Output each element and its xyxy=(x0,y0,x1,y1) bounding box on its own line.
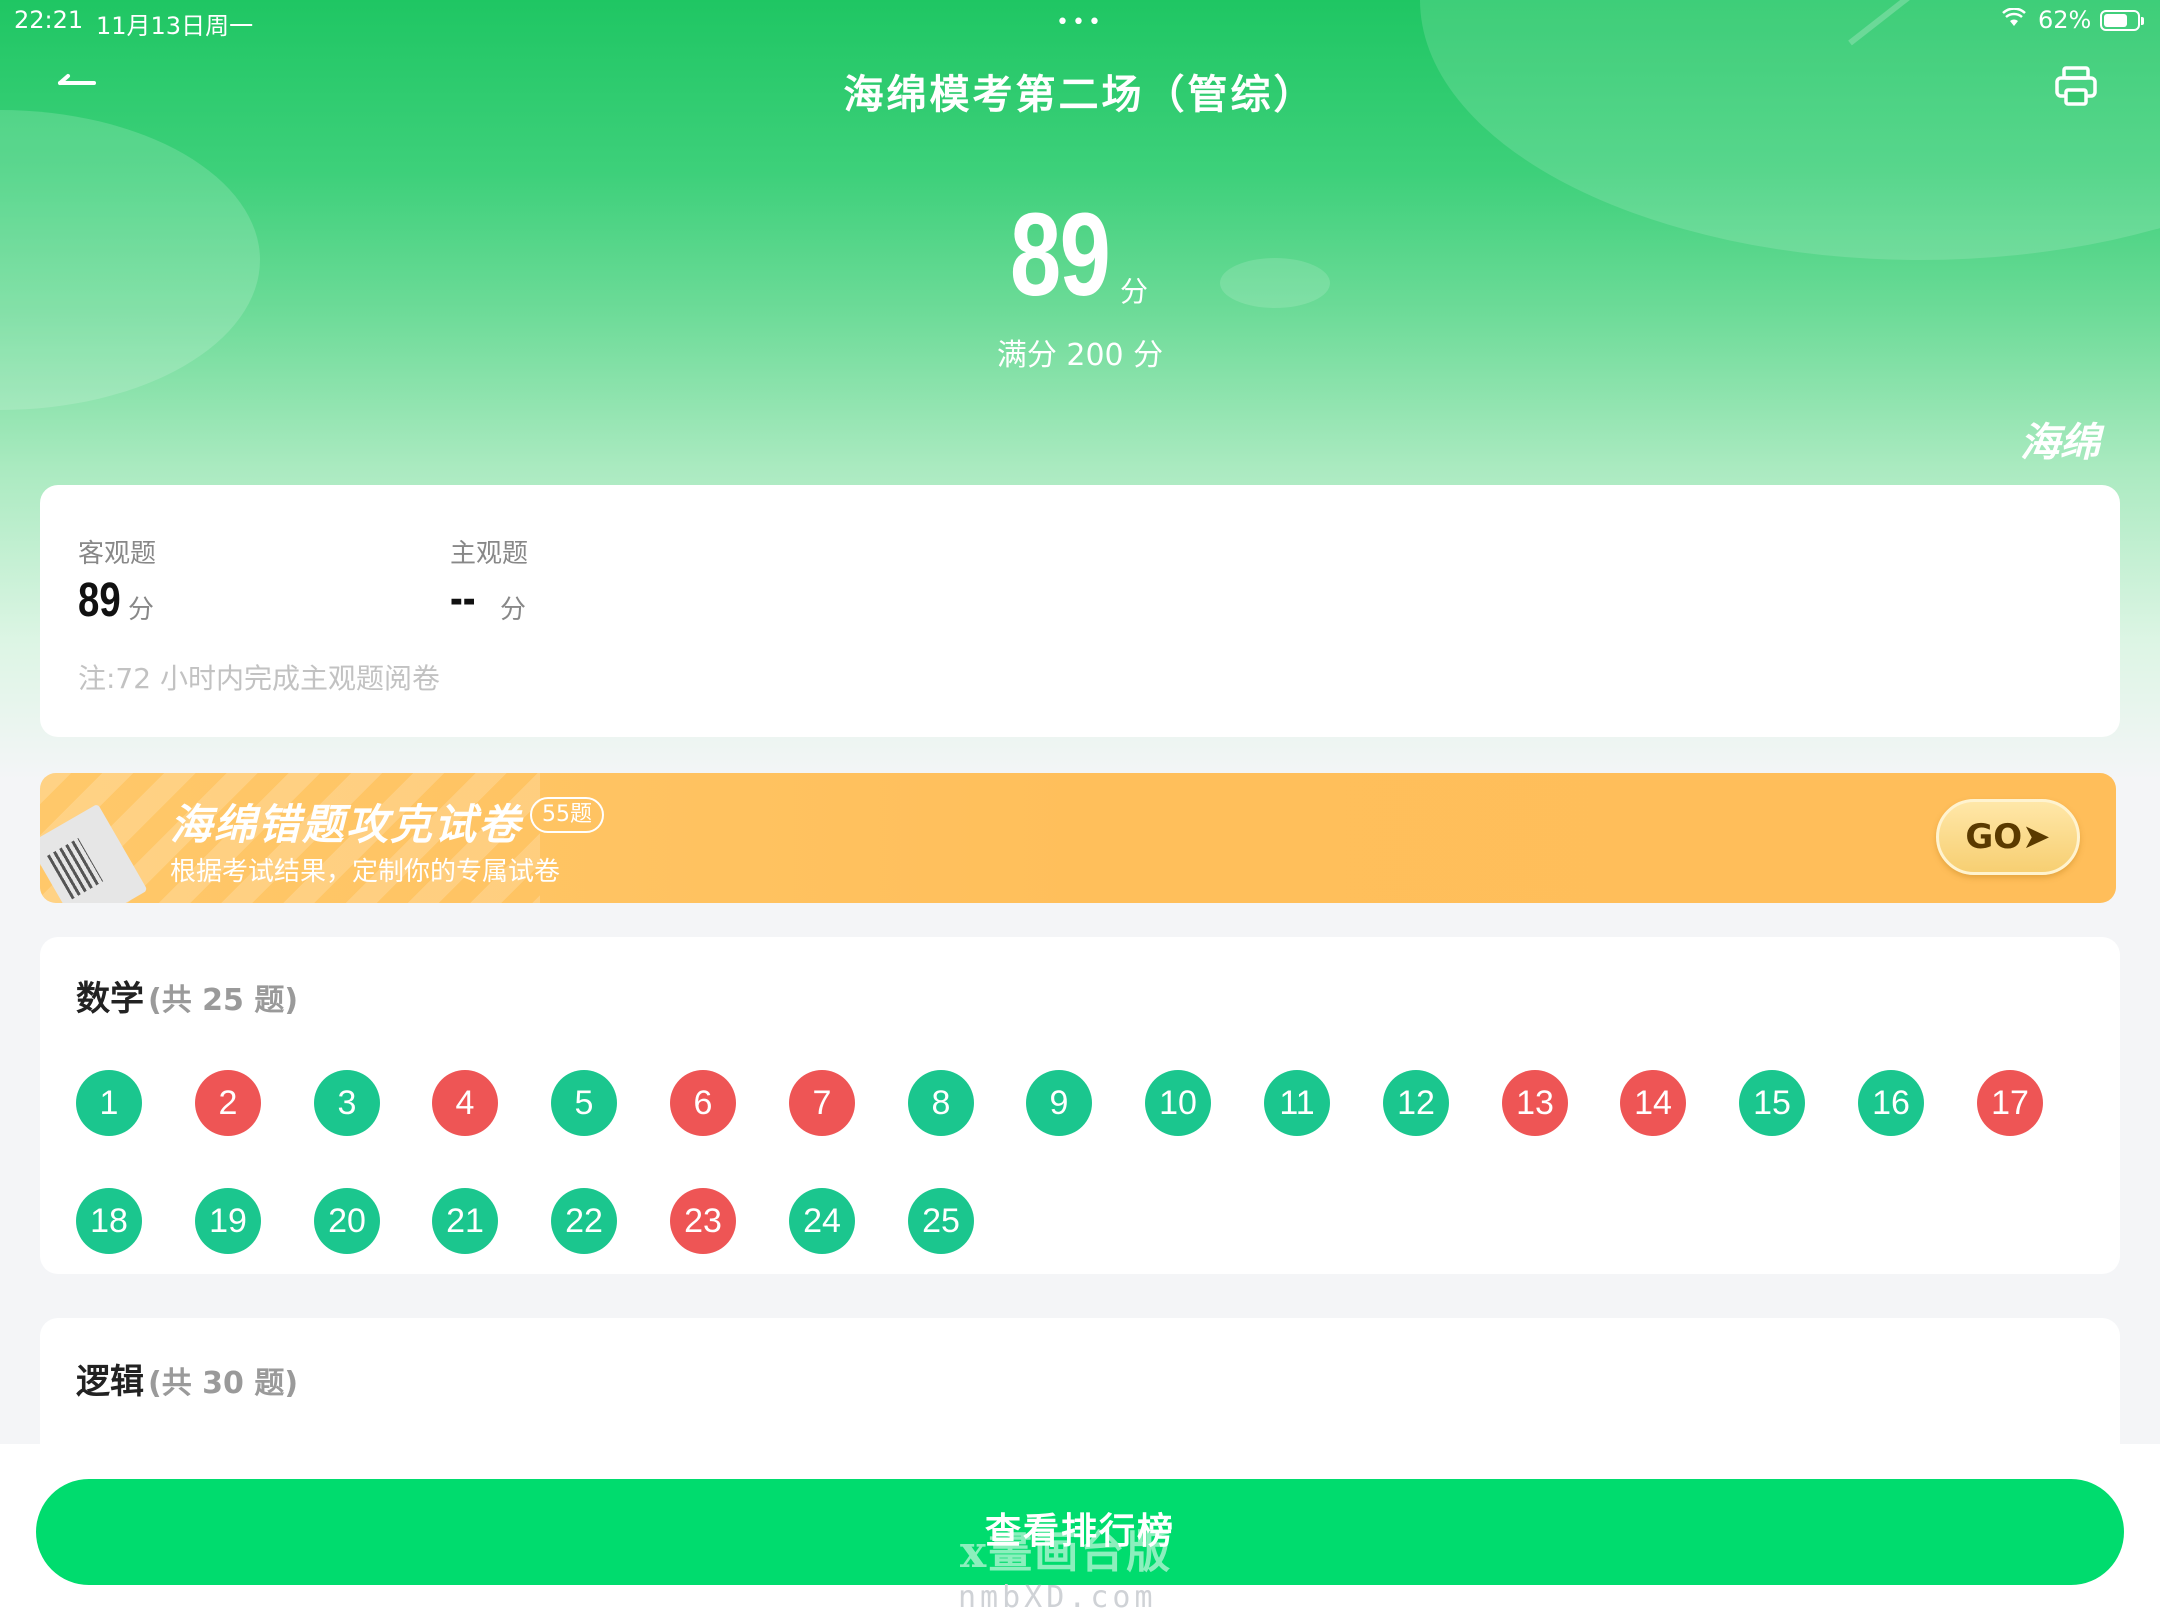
question-bubble-13[interactable]: 13 xyxy=(1502,1070,1568,1136)
question-bubble-18[interactable]: 18 xyxy=(76,1188,142,1254)
brand-logo: 海绵 xyxy=(2020,420,2100,466)
page-title: 海绵模考第二场（管综） xyxy=(843,72,1317,118)
promo-title: 海绵错题攻克试卷 xyxy=(170,800,523,849)
question-bubble-11[interactable]: 11 xyxy=(1264,1070,1330,1136)
question-bubble-7[interactable]: 7 xyxy=(789,1070,855,1136)
full-score-text: 满分 200 分 xyxy=(996,338,1164,373)
question-bubble-19[interactable]: 19 xyxy=(195,1188,261,1254)
question-bubble-21[interactable]: 21 xyxy=(432,1188,498,1254)
status-bar: 22:21 11月13日周一 ••• 62% xyxy=(0,0,2160,40)
printer-icon xyxy=(2055,66,2097,106)
multitask-dots-icon[interactable]: ••• xyxy=(1056,10,1104,35)
status-time: 22:21 xyxy=(14,6,84,34)
question-bubble-23[interactable]: 23 xyxy=(670,1188,736,1254)
battery-icon xyxy=(2100,10,2144,31)
print-button[interactable] xyxy=(2054,64,2104,114)
go-button[interactable]: GO➤ xyxy=(1936,799,2080,875)
question-bubble-20[interactable]: 20 xyxy=(314,1188,380,1254)
question-bubble-16[interactable]: 16 xyxy=(1858,1070,1924,1136)
total-score: 89 分 xyxy=(1000,190,1160,320)
question-bubble-12[interactable]: 12 xyxy=(1383,1070,1449,1136)
logic-count: (共 30 题) xyxy=(148,1366,299,1401)
question-bubble-15[interactable]: 15 xyxy=(1739,1070,1805,1136)
subjective-score: -- xyxy=(450,572,476,625)
question-bubble-14[interactable]: 14 xyxy=(1620,1070,1686,1136)
question-bubble-8[interactable]: 8 xyxy=(908,1070,974,1136)
question-bubble-1[interactable]: 1 xyxy=(76,1070,142,1136)
question-bubble-5[interactable]: 5 xyxy=(551,1070,617,1136)
score-breakdown-card: 客观题 89 分 主观题 -- 分 注:72 小时内完成主观题阅卷 xyxy=(40,485,2120,737)
objective-unit: 分 xyxy=(128,595,155,625)
math-count: (共 25 题) xyxy=(148,983,299,1018)
math-section-title: 数学 (共 25 题) xyxy=(76,971,298,1020)
math-section-card: 数学 (共 25 题) 1 2 3 4 5 6 7 8 9 10 11 12 13 14 15 16 17 18 19… xyxy=(40,937,2120,1274)
subjective-unit: 分 xyxy=(500,595,527,625)
wrong-question-promo-banner[interactable]: 海绵错题攻克试卷 55题 根据考试结果，定制你的专属试卷 GO➤ xyxy=(40,773,2116,903)
battery-percent: 62% xyxy=(2038,6,2092,34)
question-bubble-9[interactable]: 9 xyxy=(1026,1070,1092,1136)
grading-note: 注:72 小时内完成主观题阅卷 xyxy=(78,662,440,695)
promo-subtitle: 根据考试结果，定制你的专属试卷 xyxy=(170,857,561,887)
watermark-text: x畫画台版 xyxy=(960,1527,1173,1578)
watermark-url: nmbXD.com xyxy=(958,1580,1157,1615)
question-bubble-25[interactable]: 25 xyxy=(908,1188,974,1254)
objective-score: 89 xyxy=(78,574,121,627)
question-bubble-17[interactable]: 17 xyxy=(1977,1070,2043,1136)
question-bubble-6[interactable]: 6 xyxy=(670,1070,736,1136)
subjective-label: 主观题 xyxy=(450,539,529,569)
question-bubble-22[interactable]: 22 xyxy=(551,1188,617,1254)
logic-section-title: 逻辑 (共 30 题) xyxy=(76,1354,298,1403)
total-score-value: 89 xyxy=(1010,189,1111,321)
wifi-icon xyxy=(2002,7,2026,34)
total-score-unit: 分 xyxy=(1120,275,1149,308)
question-bubble-2[interactable]: 2 xyxy=(195,1070,261,1136)
question-bubble-3[interactable]: 3 xyxy=(314,1070,380,1136)
question-bubble-4[interactable]: 4 xyxy=(432,1070,498,1136)
logic-title: 逻辑 xyxy=(76,1362,144,1402)
objective-label: 客观题 xyxy=(78,539,157,569)
math-title: 数学 xyxy=(76,979,144,1019)
status-date: 11月13日周一 xyxy=(96,12,254,40)
question-bubble-24[interactable]: 24 xyxy=(789,1188,855,1254)
question-bubble-10[interactable]: 10 xyxy=(1145,1070,1211,1136)
promo-count-badge: 55题 xyxy=(530,797,604,833)
